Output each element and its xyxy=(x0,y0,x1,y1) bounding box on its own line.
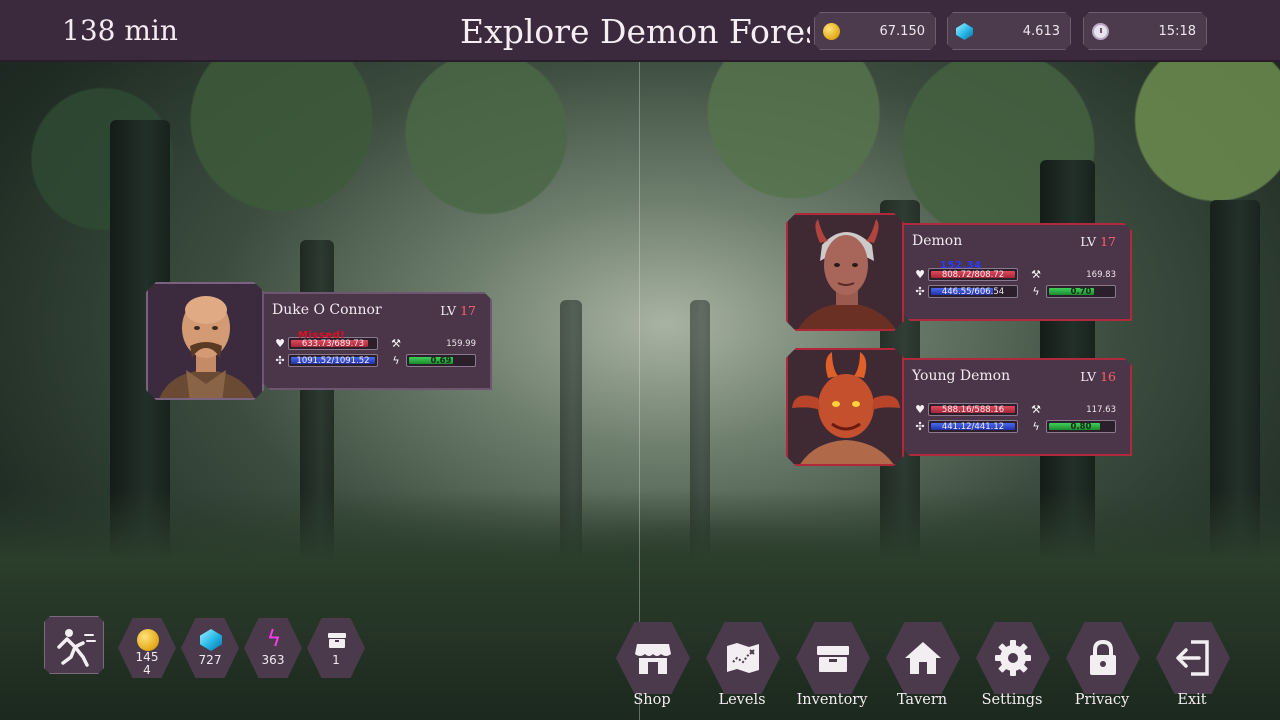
nav-label: Levels xyxy=(718,692,766,708)
energy-stock-value: 363 xyxy=(261,653,285,667)
player-portrait xyxy=(146,282,264,400)
nav-privacy[interactable]: Privacy xyxy=(1062,622,1142,720)
exit-icon xyxy=(1176,640,1209,676)
chest-stock-value: 1 xyxy=(332,653,340,667)
nav-settings[interactable]: Settings xyxy=(972,622,1052,720)
coin-icon xyxy=(823,23,840,40)
combat-float-text: Missed! xyxy=(298,330,346,341)
lock-icon xyxy=(1090,639,1116,675)
enemy-speed-bar: 0.80 xyxy=(1046,420,1116,433)
top-bar: 138 min Explore Demon Forest 67.150 4.61… xyxy=(0,0,1280,62)
player-name: Duke O Connor xyxy=(272,302,382,318)
nav-label: Inventory xyxy=(796,692,868,708)
axe-icon: ⚒ xyxy=(1031,268,1041,281)
mana-icon: ✣ xyxy=(915,420,925,433)
mana-icon: ✣ xyxy=(915,285,925,298)
nav-exit[interactable]: Exit xyxy=(1152,622,1232,720)
nav-shop[interactable]: Shop xyxy=(612,622,692,720)
enemy-mp-bar: 441.12/441.12 xyxy=(928,420,1018,433)
nav-label: Exit xyxy=(1177,692,1207,708)
gems-value: 4.613 xyxy=(1022,24,1060,39)
player-stats-panel: Duke O Connor LV 17 ♥ 633.73/689.73 ✣ 109… xyxy=(262,292,492,390)
heart-icon: ♥ xyxy=(275,337,285,350)
nav-inventory[interactable]: Inventory xyxy=(792,622,872,720)
enemy-name: Demon xyxy=(912,233,963,249)
speed-text: 0.70 xyxy=(1070,287,1092,297)
speed-text: 0.69 xyxy=(430,356,452,366)
axe-icon: ⚒ xyxy=(1031,403,1041,416)
enemy-portrait xyxy=(786,348,904,466)
nav-label: Shop xyxy=(633,692,671,708)
axe-icon: ⚒ xyxy=(391,337,401,350)
enemy-speed-bar: 0.70 xyxy=(1046,285,1116,298)
speed-text: 0.80 xyxy=(1070,422,1092,432)
chest-icon xyxy=(328,633,346,648)
enemy-attack: 169.83 xyxy=(1086,270,1116,280)
enemy-stats-panel: Young Demon LV 16 ♥ 588.16/588.16 ✣ 441.1… xyxy=(902,358,1132,456)
level-number: 16 xyxy=(1100,369,1116,384)
nav-tavern[interactable]: Tavern xyxy=(882,622,962,720)
chest-icon xyxy=(817,646,849,672)
running-icon xyxy=(45,617,105,675)
gems-counter: 4.613 xyxy=(947,12,1071,50)
clock-icon xyxy=(1092,23,1109,40)
enemy-card[interactable]: Demon LV 17 ♥ 808.72/808.72 ✣ 446.55/606.… xyxy=(786,213,1134,331)
player-attack: 159.99 xyxy=(446,339,476,349)
nav-label: Privacy xyxy=(1074,692,1130,708)
level-label: LV xyxy=(440,303,457,318)
mp-text: 441.12/441.12 xyxy=(941,422,1005,432)
enemy-attack: 117.63 xyxy=(1086,405,1116,415)
page-title: Explore Demon Forest xyxy=(460,12,810,51)
heart-icon: ♥ xyxy=(915,403,925,416)
coins-value: 67.150 xyxy=(879,24,925,39)
player-level: LV 17 xyxy=(440,303,476,318)
shop-icon xyxy=(635,644,671,674)
mp-text: 446.55/606.54 xyxy=(941,287,1005,297)
flee-button[interactable] xyxy=(44,616,104,674)
nav-label: Settings xyxy=(981,692,1043,708)
map-icon xyxy=(727,643,759,673)
enemy-hp-bar: 588.16/588.16 xyxy=(928,403,1018,416)
gem-stock-value: 727 xyxy=(198,653,222,667)
clock-counter: 15:18 xyxy=(1083,12,1207,50)
lightning-icon: ϟ xyxy=(1032,285,1040,298)
hp-text: 588.16/588.16 xyxy=(941,405,1005,415)
player-card[interactable]: Duke O Connor LV 17 ♥ 633.73/689.73 ✣ 109… xyxy=(146,282,494,400)
mana-icon: ✣ xyxy=(275,354,285,367)
level-label: LV xyxy=(1080,234,1097,249)
enemy-portrait xyxy=(786,213,904,331)
lightning-icon: ϟ xyxy=(392,354,400,367)
enemy-mp-bar: 446.55/606.54 xyxy=(928,285,1018,298)
gem-icon xyxy=(956,23,973,40)
house-icon xyxy=(905,642,941,674)
level-label: LV xyxy=(1080,369,1097,384)
combat-float-text: 152.34 xyxy=(940,260,982,271)
enemy-name: Young Demon xyxy=(912,368,1011,384)
level-number: 17 xyxy=(1100,234,1116,249)
clock-value: 15:18 xyxy=(1158,24,1196,39)
player-speed-bar: 0.69 xyxy=(406,354,476,367)
time-remaining: 138 min xyxy=(62,14,178,47)
nav-levels[interactable]: Levels xyxy=(702,622,782,720)
enemy-level: LV 16 xyxy=(1080,369,1116,384)
coins-counter: 67.150 xyxy=(814,12,936,50)
gear-icon xyxy=(995,640,1031,676)
enemy-stats-panel: Demon LV 17 ♥ 808.72/808.72 ✣ 446.55/606.… xyxy=(902,223,1132,321)
enemy-card[interactable]: Young Demon LV 16 ♥ 588.16/588.16 ✣ 441.1… xyxy=(786,348,1134,466)
gem-icon xyxy=(200,629,222,651)
enemy-level: LV 17 xyxy=(1080,234,1116,249)
player-mp-bar: 1091.52/1091.52 xyxy=(288,354,378,367)
mp-text: 1091.52/1091.52 xyxy=(296,356,370,366)
coin-icon xyxy=(137,629,159,651)
lightning-icon: ϟ xyxy=(1032,420,1040,433)
heart-icon: ♥ xyxy=(915,268,925,281)
nav-label: Tavern xyxy=(896,692,948,708)
lightning-icon: ϟ xyxy=(266,627,282,652)
level-number: 17 xyxy=(460,303,476,318)
